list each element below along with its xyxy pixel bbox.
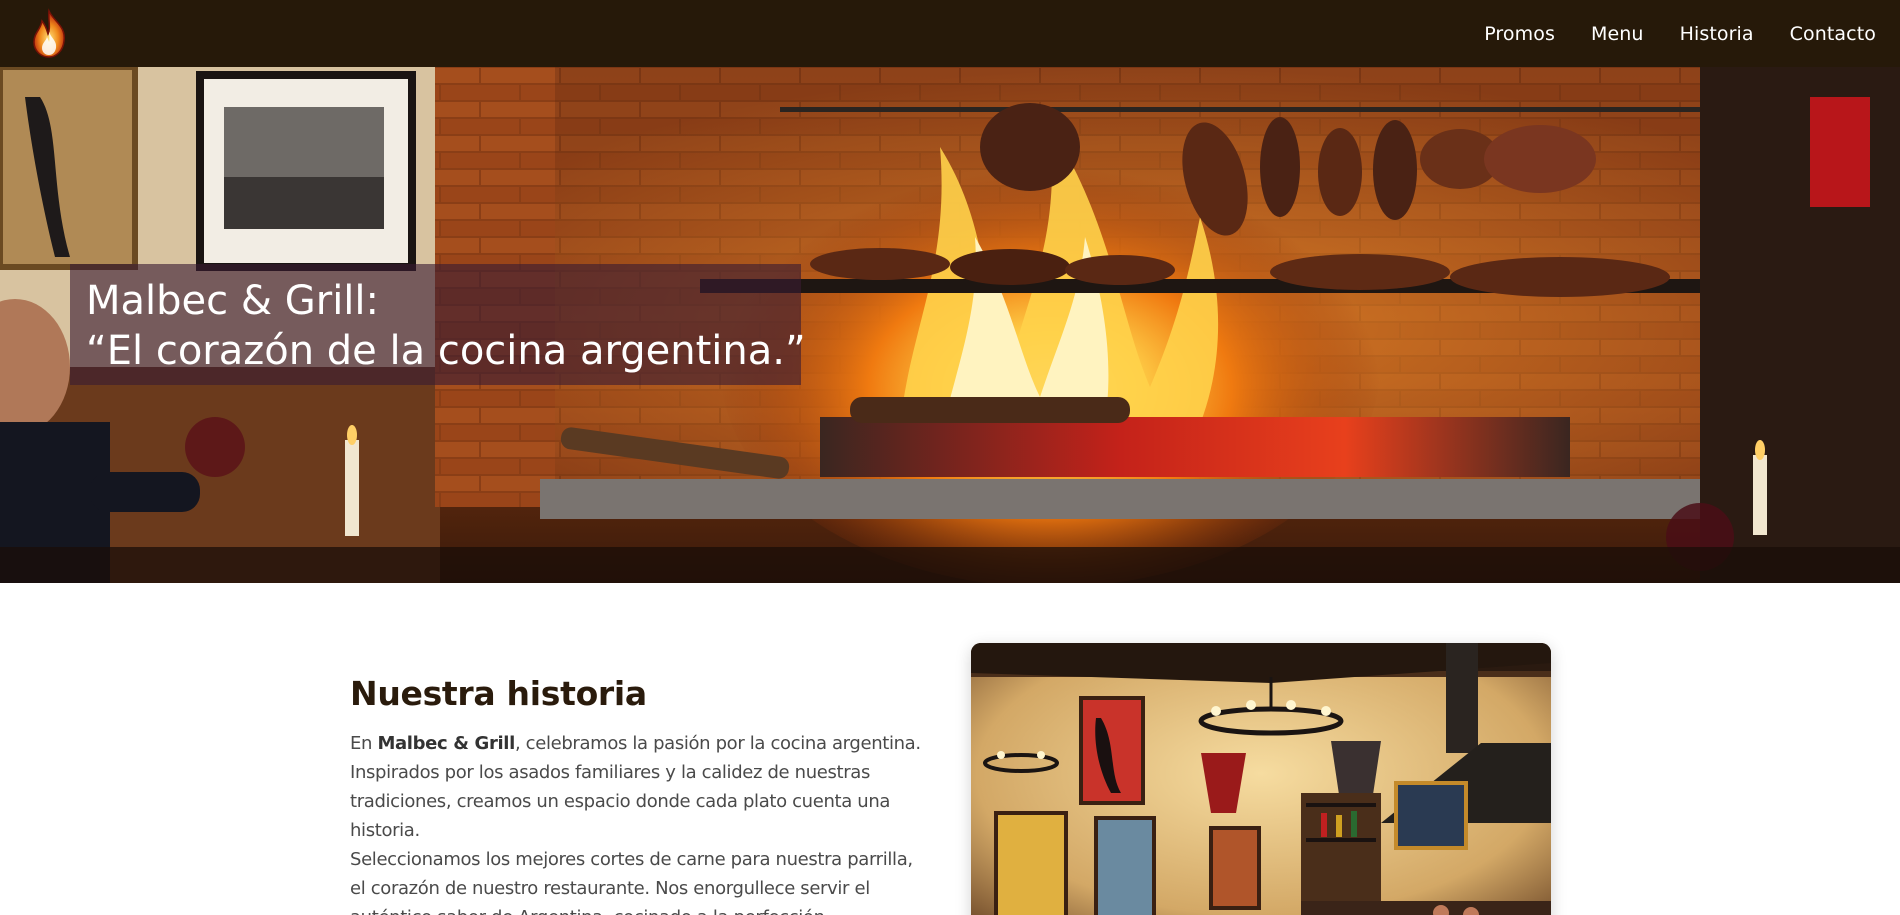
history-title: Nuestra historia [350,674,647,713]
nav-link-menu[interactable]: Menu [1591,23,1644,45]
nav-link-promos[interactable]: Promos [1484,23,1555,45]
history-paragraph-1: En Malbec & Grill, celebramos la pasión … [350,729,930,845]
history-section: Nuestra historia En Malbec & Grill, cele… [350,674,930,915]
nav-link-historia[interactable]: Historia [1680,23,1754,45]
flame-logo-icon[interactable] [26,7,72,60]
hero-caption: Malbec & Grill: “El corazón de la cocina… [70,264,806,385]
hero-banner: Malbec & Grill: “El corazón de la cocina… [0,67,1900,583]
nav-link-contacto[interactable]: Contacto [1790,23,1876,45]
history-paragraph-2: Seleccionamos los mejores cortes de carn… [350,849,913,915]
brand-name: Malbec & Grill [377,733,515,754]
history-body: En Malbec & Grill, celebramos la pasión … [350,729,930,915]
main-nav: Promos Menu Historia Contacto [1484,23,1876,45]
history-p1-prefix: En [350,733,378,754]
navbar: Promos Menu Historia Contacto [0,0,1900,67]
hero-title-line-1: Malbec & Grill: [86,278,380,324]
history-interior-image [971,643,1551,915]
hero-title-line-2: “El corazón de la cocina argentina.” [86,328,806,374]
